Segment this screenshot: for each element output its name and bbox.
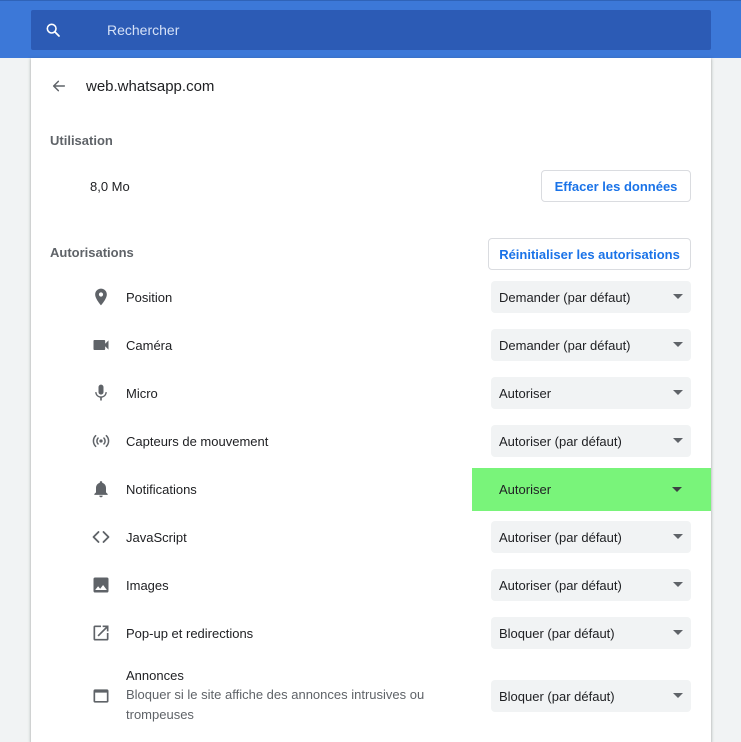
search-bar[interactable]: Rechercher	[31, 10, 711, 50]
select-value: Autoriser (par défaut)	[499, 577, 622, 593]
permission-row-motion-sensors: Capteurs de mouvement Autoriser (par déf…	[31, 417, 711, 465]
permission-label: Images	[126, 578, 169, 593]
permission-row-javascript: JavaScript Autoriser (par défaut)	[31, 513, 711, 561]
search-icon	[46, 23, 60, 37]
permission-select-microphone[interactable]: Autoriser	[491, 377, 691, 409]
permission-select-position[interactable]: Demander (par défaut)	[491, 281, 691, 313]
permission-select-javascript[interactable]: Autoriser (par défaut)	[491, 521, 691, 553]
site-title: web.whatsapp.com	[86, 78, 215, 95]
ads-window-icon	[93, 689, 109, 703]
location-icon	[95, 288, 107, 306]
permission-select-popups[interactable]: Bloquer (par défaut)	[491, 617, 691, 649]
code-icon	[92, 531, 110, 543]
search-placeholder[interactable]: Rechercher	[107, 22, 179, 38]
permission-label: Position	[126, 290, 173, 305]
permission-select-motion-sensors[interactable]: Autoriser (par défaut)	[491, 425, 691, 457]
dropdown-caret-icon	[673, 630, 683, 635]
dropdown-caret-icon	[673, 582, 683, 587]
permissions-section-label: Autorisations	[50, 245, 134, 260]
top-bar: Rechercher	[0, 0, 741, 58]
camera-icon	[93, 340, 109, 350]
select-value: Demander (par défaut)	[499, 289, 631, 305]
select-value: Bloquer (par défaut)	[499, 688, 615, 704]
dropdown-caret-icon	[673, 534, 683, 539]
dropdown-caret-icon	[672, 487, 682, 492]
permission-select-images[interactable]: Autoriser (par défaut)	[491, 569, 691, 601]
select-value: Demander (par défaut)	[499, 337, 631, 353]
permission-label: Pop-up et redirections	[126, 626, 254, 641]
select-value: Autoriser	[499, 482, 552, 497]
permission-description: Bloquer si le site affiche des annonces …	[126, 687, 425, 722]
usage-section-label: Utilisation	[50, 133, 113, 148]
select-value: Autoriser (par défaut)	[499, 433, 622, 449]
permission-select-camera[interactable]: Demander (par défaut)	[491, 329, 691, 361]
permission-row-microphone: Micro Autoriser	[31, 369, 711, 417]
dropdown-caret-icon	[673, 294, 683, 299]
permission-label: Capteurs de mouvement	[126, 434, 269, 449]
permission-label: Micro	[126, 386, 158, 401]
permission-row-ads: Annonces Bloquer si le site affiche des …	[31, 657, 711, 737]
permission-label: Notifications	[126, 482, 197, 497]
permission-row-position: Position Demander (par défaut)	[31, 273, 711, 321]
permission-label: Annonces	[126, 668, 184, 683]
microphone-icon	[95, 384, 107, 401]
dropdown-caret-icon	[673, 342, 683, 347]
permission-label: JavaScript	[126, 530, 187, 545]
dropdown-caret-icon	[673, 693, 683, 698]
clear-data-button[interactable]: Effacer les données	[541, 170, 691, 202]
open-in-new-icon	[93, 625, 109, 641]
permission-label: Caméra	[126, 338, 173, 353]
site-settings-card: web.whatsapp.com Utilisation 8,0 Mo Effa…	[31, 58, 711, 742]
usage-value: 8,0 Mo	[90, 179, 130, 194]
reset-permissions-button[interactable]: Réinitialiser les autorisations	[488, 238, 691, 270]
permission-select-ads[interactable]: Bloquer (par défaut)	[491, 680, 691, 712]
dropdown-caret-icon	[673, 438, 683, 443]
select-value: Autoriser (par défaut)	[499, 529, 622, 545]
permission-row-popups: Pop-up et redirections Bloquer (par défa…	[31, 609, 711, 657]
dropdown-caret-icon	[673, 390, 683, 395]
bell-icon	[94, 481, 108, 498]
select-value: Bloquer (par défaut)	[499, 625, 615, 641]
select-value: Autoriser	[499, 385, 552, 401]
permission-row-images: Images Autoriser (par défaut)	[31, 561, 711, 609]
image-icon	[93, 577, 109, 593]
back-arrow-icon[interactable]	[51, 78, 67, 94]
permission-row-camera: Caméra Demander (par défaut)	[31, 321, 711, 369]
sensors-icon	[92, 434, 110, 448]
permission-select-notifications[interactable]: Autoriser	[472, 468, 711, 511]
